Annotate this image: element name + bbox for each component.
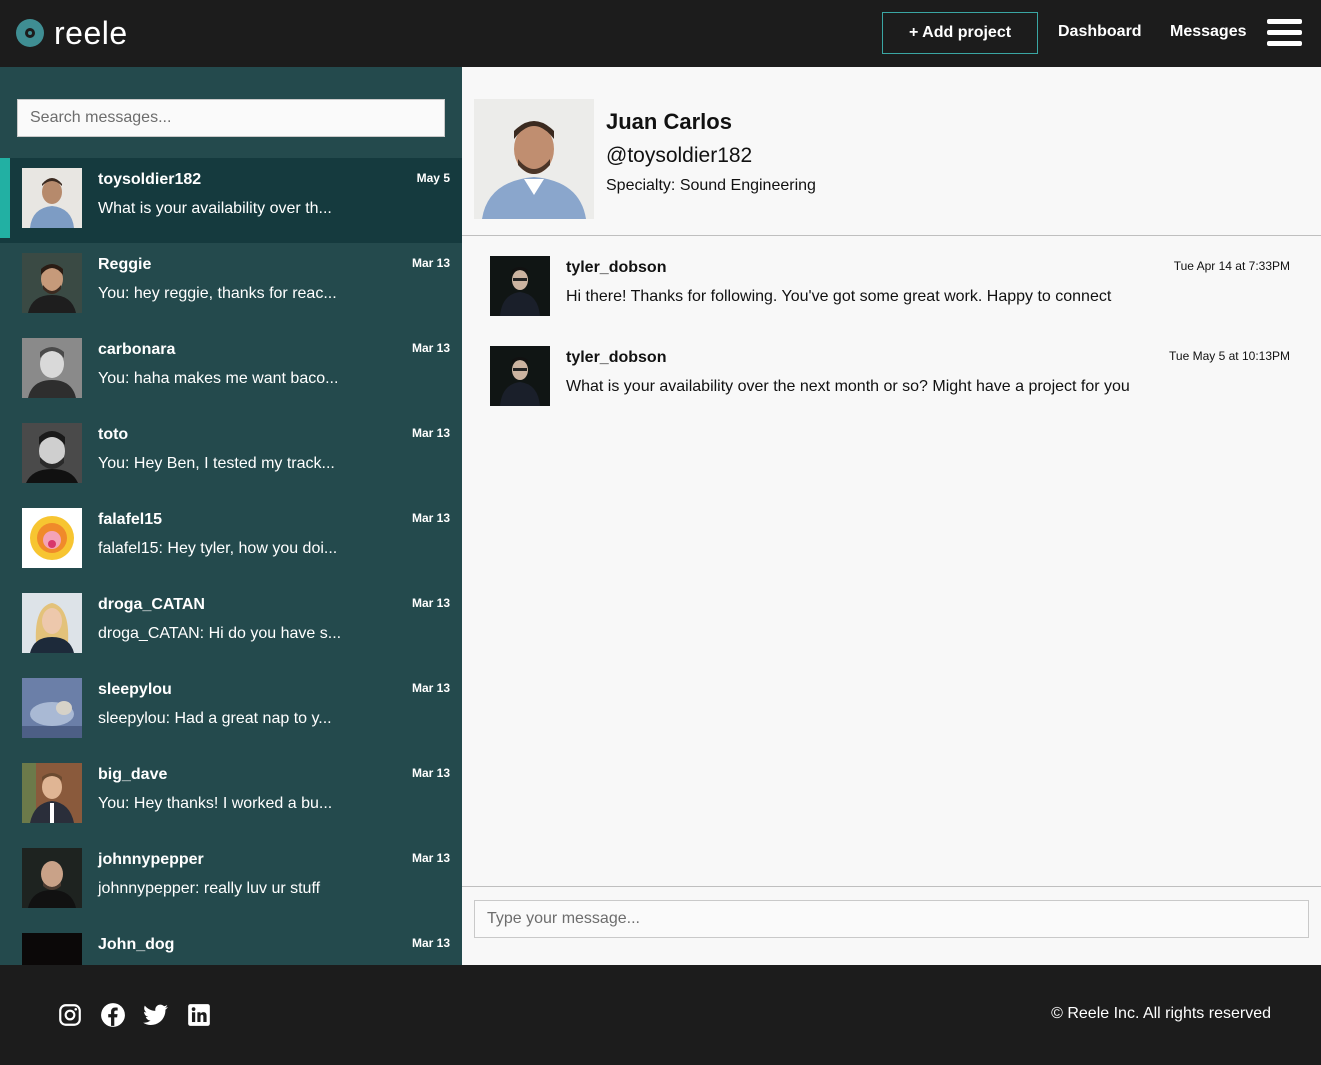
conversation-preview: droga_CATAN: Hi do you have s... [98,625,342,642]
message-item: tyler_dobson Tue Apr 14 at 7:33PM Hi the… [462,256,1321,336]
avatar [22,423,82,483]
conversation-preview: You: haha makes me want baco... [98,370,339,387]
conversation-item[interactable]: droga_CATAN Mar 13 droga_CATAN: Hi do yo… [0,583,462,668]
conversation-name: big_dave [98,766,168,783]
top-nav: reele + Add project Dashboard Messages [0,0,1321,67]
composer-bar [462,886,1321,965]
facebook-icon[interactable] [100,1002,126,1028]
message-sender[interactable]: tyler_dobson [566,349,666,367]
hamburger-icon[interactable] [1267,19,1303,47]
message-input[interactable] [474,900,1309,938]
conversation-item[interactable]: John_dog Mar 13 [0,923,462,965]
message-item: tyler_dobson Tue May 5 at 10:13PM What i… [462,346,1321,426]
profile-specialty: Specialty: Sound Engineering [606,177,816,194]
conversation-date: Mar 13 [411,511,450,525]
conversation-name: toto [98,426,129,443]
nav-dashboard-link[interactable]: Dashboard [1058,23,1142,41]
avatar [22,338,82,398]
conversation-date: Mar 13 [411,256,450,270]
brand-name: reele [54,15,128,51]
conversation-name: toysoldier182 [98,171,202,188]
profile-name: Juan Carlos [606,109,732,134]
conversation-name: droga_CATAN [98,596,205,613]
conversation-name: falafel15 [98,511,163,528]
avatar [22,508,82,568]
conversation-item[interactable]: toto Mar 13 You: Hey Ben, I tested my tr… [0,413,462,498]
profile-handle[interactable]: @toysoldier182 [606,144,752,168]
message-text: Hi there! Thanks for following. You've g… [566,288,1112,305]
avatar [22,848,82,908]
active-indicator [0,158,10,238]
conversation-preview: You: Hey Ben, I tested my track... [98,455,335,472]
search-messages-input[interactable] [17,99,445,137]
avatar [22,678,82,738]
profile-header: Juan Carlos @toysoldier182 Specialty: So… [462,67,1321,236]
brand-logo[interactable]: reele [16,17,128,49]
conversation-preview: You: Hey thanks! I worked a bu... [98,795,333,812]
copyright-icon: © [1051,1005,1063,1022]
conversation-name: John_dog [98,936,175,953]
conversation-preview: You: hey reggie, thanks for reac... [98,285,337,302]
avatar [22,253,82,313]
sender-avatar[interactable] [490,256,550,316]
conversation-date: Mar 13 [411,596,450,610]
conversation-item[interactable]: sleepylou Mar 13 sleepylou: Had a great … [0,668,462,753]
conversation-preview: What is your availability over th... [98,200,332,217]
conversation-item[interactable]: Reggie Mar 13 You: hey reggie, thanks fo… [0,243,462,328]
conversation-preview: sleepylou: Had a great nap to y... [98,710,332,727]
conversation-date: Mar 13 [411,426,450,440]
conversation-item[interactable]: carbonara Mar 13 You: haha makes me want… [0,328,462,413]
conversation-item[interactable]: falafel15 Mar 13 falafel15: Hey tyler, h… [0,498,462,583]
conversation-name: Reggie [98,256,152,273]
sender-avatar[interactable] [490,346,550,406]
instagram-icon[interactable] [57,1002,83,1028]
message-timestamp: Tue May 5 at 10:13PM [1169,349,1290,363]
chat-panel: Juan Carlos @toysoldier182 Specialty: So… [462,67,1321,965]
conversation-preview: falafel15: Hey tyler, how you doi... [98,540,338,557]
add-project-button[interactable]: + Add project [882,12,1038,54]
conversation-date: Mar 13 [411,766,450,780]
conversation-date: Mar 13 [411,851,450,865]
conversation-date: Mar 13 [411,341,450,355]
copyright-notice: © Reele Inc. All rights reserved [1051,1005,1271,1023]
linkedin-icon[interactable] [186,1002,212,1028]
avatar [22,168,82,228]
message-sender[interactable]: tyler_dobson [566,259,666,277]
conversation-name: sleepylou [98,681,172,698]
avatar [22,933,82,965]
conversation-name: johnnypepper [98,851,204,868]
message-text: What is your availability over the next … [566,378,1130,395]
copyright-text: Reele Inc. All rights reserved [1067,1005,1271,1022]
profile-photo[interactable] [474,99,594,219]
conversation-item[interactable]: toysoldier182 May 5 What is your availab… [0,158,462,243]
conversation-date: May 5 [416,171,450,185]
nav-messages-link[interactable]: Messages [1170,23,1247,41]
avatar [22,593,82,653]
twitter-icon[interactable] [143,1002,169,1028]
conversation-item[interactable]: big_dave Mar 13 You: Hey thanks! I worke… [0,753,462,838]
conversation-name: carbonara [98,341,176,358]
conversation-sidebar: toysoldier182 May 5 What is your availab… [0,67,462,965]
reele-logo-icon [16,19,44,47]
avatar [22,763,82,823]
message-timestamp: Tue Apr 14 at 7:33PM [1173,259,1290,273]
conversation-item[interactable]: johnnypepper Mar 13 johnnypepper: really… [0,838,462,923]
conversation-preview: johnnypepper: really luv ur stuff [98,880,321,897]
conversation-list: toysoldier182 May 5 What is your availab… [0,158,462,965]
footer: © Reele Inc. All rights reserved [0,965,1321,1065]
conversation-date: Mar 13 [411,681,450,695]
conversation-date: Mar 13 [411,936,450,950]
